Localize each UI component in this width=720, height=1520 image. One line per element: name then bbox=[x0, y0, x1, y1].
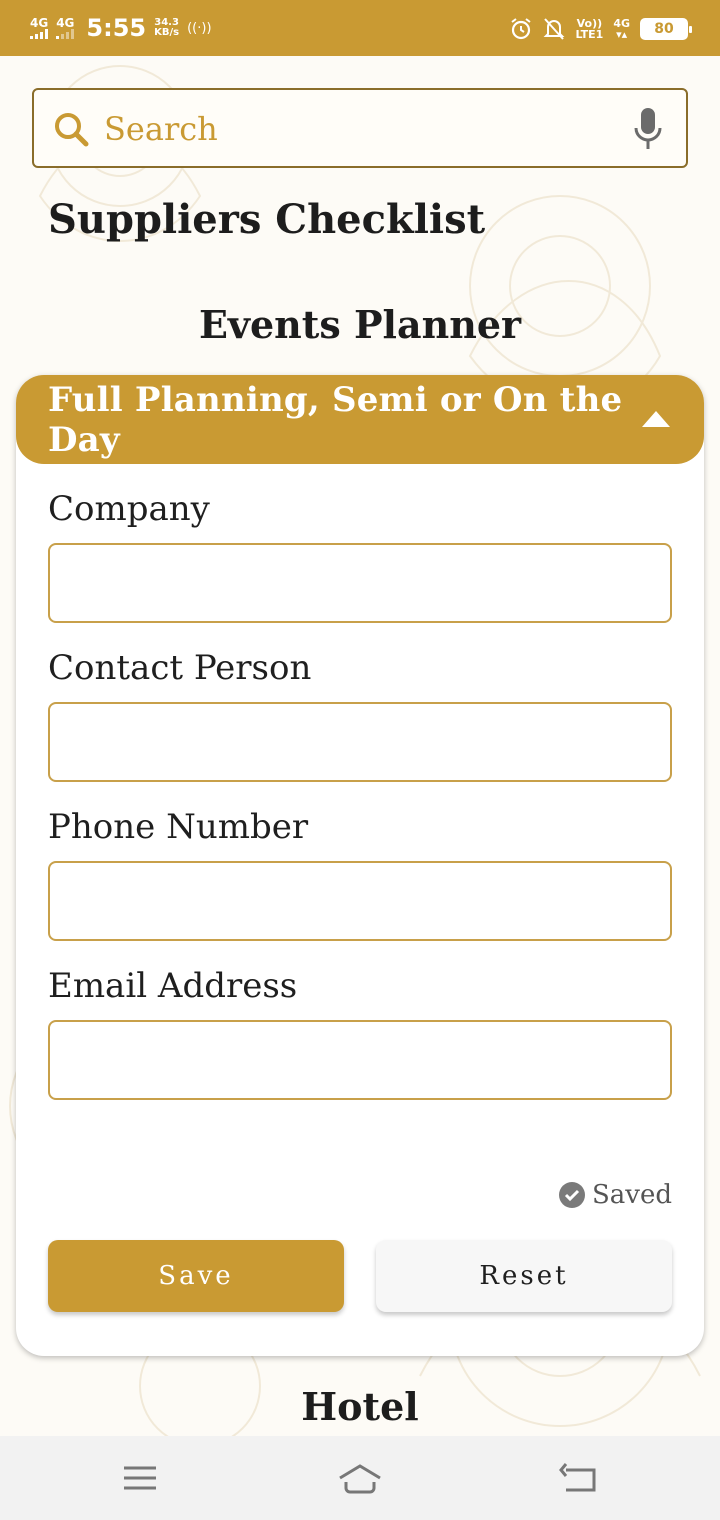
navigation-bar bbox=[0, 1436, 720, 1520]
volte-bottom: LTE1 bbox=[575, 28, 604, 41]
status-bar: 4G 4G 5:55 34.3 KB/s ((·)) Vo)) LTE1 4G bbox=[0, 0, 720, 56]
data-indicator: 4G ▾▴ bbox=[613, 18, 630, 40]
contact-person-input[interactable] bbox=[48, 702, 672, 782]
reset-button[interactable]: Reset bbox=[376, 1240, 672, 1312]
next-section-title: Hotel bbox=[301, 1384, 419, 1429]
card-header-title: Full Planning, Semi or On the Day bbox=[48, 379, 623, 460]
search-icon bbox=[55, 113, 89, 147]
clock: 5:55 bbox=[86, 14, 147, 42]
planner-card: Full Planning, Semi or On the Day Compan… bbox=[16, 375, 704, 1356]
battery-icon: 80 bbox=[640, 18, 692, 40]
network-type-2: 4G bbox=[56, 16, 75, 30]
home-icon[interactable] bbox=[336, 1460, 384, 1496]
network-speed: 34.3 KB/s bbox=[154, 18, 179, 38]
card-header-toggle[interactable]: Full Planning, Semi or On the Day bbox=[16, 375, 704, 464]
volte-indicator: Vo)) LTE1 bbox=[575, 18, 603, 40]
back-icon[interactable] bbox=[556, 1460, 604, 1496]
search-bar[interactable] bbox=[32, 88, 688, 168]
network-type-1: 4G bbox=[30, 16, 49, 30]
signal-indicator-2: 4G bbox=[56, 17, 74, 39]
search-input[interactable] bbox=[104, 104, 624, 154]
hotspot-icon: ((·)) bbox=[187, 20, 212, 36]
saved-label: Saved bbox=[591, 1180, 672, 1210]
microphone-icon[interactable] bbox=[632, 106, 664, 152]
save-button[interactable]: Save bbox=[48, 1240, 344, 1312]
company-label: Company bbox=[48, 489, 210, 529]
email-address-input[interactable] bbox=[48, 1020, 672, 1100]
page-title: Suppliers Checklist bbox=[48, 196, 486, 243]
menu-icon[interactable] bbox=[116, 1460, 164, 1496]
saved-status: Saved bbox=[558, 1180, 672, 1210]
collapse-arrow-icon bbox=[642, 411, 670, 427]
speed-unit: KB/s bbox=[154, 27, 180, 38]
data-arrows-icon: ▾▴ bbox=[616, 28, 628, 41]
notifications-off-icon bbox=[544, 18, 565, 40]
signal-bars-weak-icon bbox=[56, 29, 75, 39]
email-address-label: Email Address bbox=[48, 966, 298, 1006]
company-input[interactable] bbox=[48, 543, 672, 623]
phone-number-label: Phone Number bbox=[48, 807, 309, 847]
signal-bars-icon bbox=[30, 29, 48, 39]
contact-person-label: Contact Person bbox=[48, 648, 312, 688]
signal-indicator-1: 4G bbox=[30, 17, 48, 39]
phone-number-input[interactable] bbox=[48, 861, 672, 941]
section-title: Events Planner bbox=[198, 302, 522, 347]
alarm-icon bbox=[511, 18, 532, 40]
battery-level: 80 bbox=[654, 21, 674, 37]
check-circle-icon bbox=[558, 1182, 585, 1208]
